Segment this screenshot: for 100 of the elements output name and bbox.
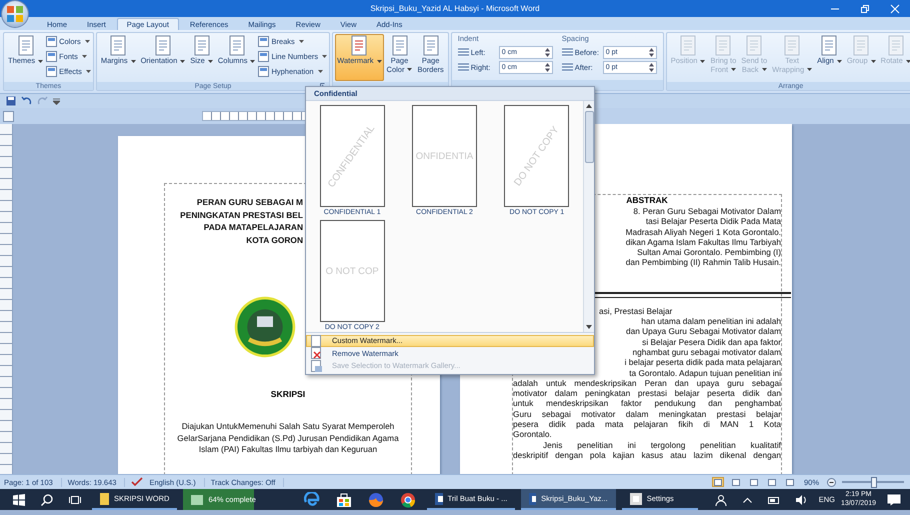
app-icon [529, 492, 536, 504]
caret-icon [82, 55, 87, 58]
spacing-icon [562, 63, 573, 72]
text-line: Diajukan UntukMemenuhi Salah Satu Syarat Memperoleh [182, 421, 394, 432]
heading: SKRIPSI [270, 389, 306, 399]
text-line: dikan Agama Islam Fakultas Ilmu Tarbiyah [626, 236, 781, 248]
people-icon[interactable] [714, 494, 727, 506]
office-logo-icon [7, 6, 23, 22]
text-line: Islam (PAI) Fakultas Ilmu tarbiyah dan Keguruan [198, 444, 378, 456]
text-line: Guru sebagai motivator dalam meningkatan prestasi belajar [513, 408, 781, 420]
tile-icon [258, 66, 270, 77]
task-view-icon[interactable] [69, 494, 81, 506]
caret-icon [731, 68, 736, 72]
view-button[interactable] [730, 477, 742, 487]
customize-caret-icon[interactable] [53, 98, 60, 104]
page-icon [226, 35, 247, 57]
fox-globe-icon[interactable] [368, 492, 384, 508]
spinner-arrows-icon[interactable] [544, 48, 550, 57]
view-button[interactable] [766, 477, 778, 487]
view-icon [786, 478, 794, 486]
page-icon [16, 35, 36, 57]
page-icon [678, 35, 698, 57]
zoom-out-icon[interactable] [827, 478, 836, 486]
ruler-toggle-button[interactable] [3, 110, 14, 122]
text-line: adalah untuk mendeskripsikan Peran dan upaya guru sebagai [513, 378, 781, 388]
window-title: Skripsi_Buku_Yazid AL Habsyi - Microsoft Word [370, 4, 540, 13]
caret-icon [38, 60, 44, 63]
page-icon [420, 35, 441, 57]
spinner-arrows-icon[interactable] [648, 48, 654, 57]
text-line: si Belajar Pesera Didik dan apa faktor [642, 336, 781, 347]
page-icon [782, 35, 802, 57]
scrollbar[interactable] [583, 101, 594, 332]
text-line: Sultan Amai Gorontalo. Pembimbing (I) [637, 247, 781, 258]
page-icon [390, 35, 410, 57]
notification-icon[interactable] [887, 494, 901, 506]
slider-thumb[interactable] [871, 476, 877, 488]
caret-icon [906, 60, 910, 63]
undo-icon[interactable] [21, 96, 32, 106]
proofing-icon[interactable] [131, 477, 144, 487]
caret-icon [836, 60, 842, 63]
page-icon [851, 35, 872, 57]
start-icon[interactable] [13, 494, 25, 506]
browser-icon[interactable] [304, 492, 320, 508]
text-line: 8. Peran Guru Sebagai Motivator Dalam [633, 206, 781, 216]
text-line: Jenis penelitian ini tergolong penelitian kualitatif [542, 440, 781, 450]
text-line: deskripitif dengan pola kajian kasus atau lazim dikenal dengan [513, 450, 781, 460]
circle-browser-icon[interactable] [400, 492, 416, 508]
search-icon[interactable] [41, 494, 53, 506]
caret-icon [376, 60, 382, 63]
title-line: PERAN GURU SEBAGAI M [196, 196, 303, 208]
title-line: PADA MATAPELAJARAN [204, 221, 303, 234]
text-line: dan Pembimbing (II) Rahmin Talib Husain. [626, 257, 781, 268]
app-icon [630, 492, 642, 504]
shopping-bag-icon[interactable] [336, 492, 352, 508]
caret-icon [130, 60, 136, 63]
view-icon [768, 478, 776, 486]
caret-icon [807, 68, 812, 72]
caret-icon [86, 70, 91, 73]
title-line: PENINGKATAN PRESTASI BEL [180, 208, 303, 221]
caret-icon [322, 55, 328, 58]
text-line: nghambat guru sebagai motivator dalam [632, 346, 781, 358]
close-icon [890, 4, 900, 14]
folder-icon [100, 492, 109, 504]
text-line: Gorontalo. [513, 429, 552, 440]
text-line: i belajar peserta didik pada mata pelajaran [624, 357, 781, 368]
caret-icon [250, 60, 256, 63]
title-line: KOTA GORON [246, 234, 303, 246]
tile-icon [258, 51, 270, 62]
battery-icon[interactable] [768, 494, 780, 504]
page-icon [108, 35, 128, 57]
spinner-arrows-icon[interactable] [544, 63, 550, 72]
save-icon[interactable] [6, 96, 16, 106]
page-icon [819, 35, 840, 57]
text-line: GelarSarjana Pendidikan (S.Pd) Jurusan Pendidikan Agama [177, 432, 399, 444]
spacing-icon [562, 48, 573, 57]
scroll-thumb[interactable] [584, 111, 594, 163]
caret-icon [407, 68, 412, 72]
caret-icon [870, 60, 876, 63]
caret-icon [318, 70, 323, 73]
emblem-drawing [233, 295, 297, 359]
speaker-icon[interactable] [796, 494, 808, 504]
view-button[interactable] [748, 477, 760, 487]
caret-icon [762, 68, 767, 72]
scroll-down-icon[interactable] [586, 324, 592, 328]
page-cross-icon [310, 347, 322, 360]
text-line: han utama dalam penelitian ini adalah [641, 316, 781, 326]
chevron-up-icon[interactable] [742, 496, 752, 502]
caret-icon [84, 40, 90, 43]
text-line: dan Upaya Guru Sebagai Motivator dalam [626, 326, 781, 337]
view-button[interactable] [712, 477, 724, 487]
spinner-arrows-icon[interactable] [648, 63, 654, 72]
tile-icon [46, 66, 58, 77]
spacing-icon [458, 48, 469, 57]
view-button[interactable] [784, 477, 796, 487]
page-icon [192, 35, 212, 57]
page-icon [744, 35, 764, 57]
heading: ABSTRAK [626, 195, 668, 206]
text-line: ta Gorontalo. Adapun tujuan penelitian ini [629, 368, 781, 378]
caret-icon [208, 60, 213, 63]
tile-icon [258, 36, 270, 47]
